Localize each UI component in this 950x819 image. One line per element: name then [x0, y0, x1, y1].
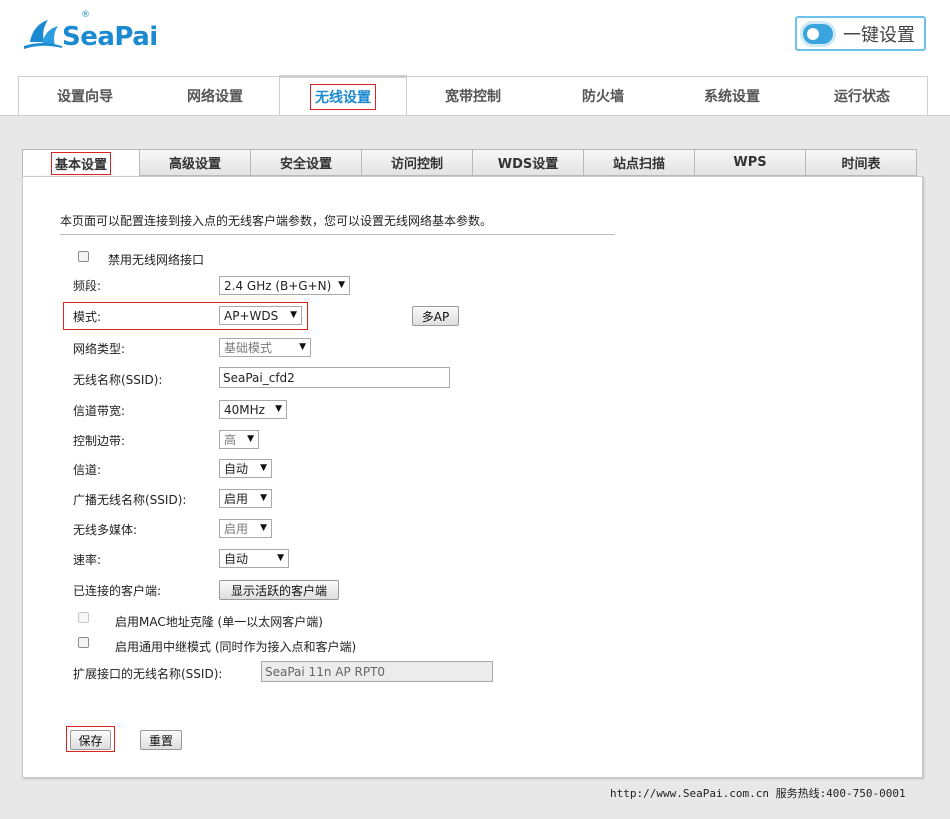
subtab-security-settings[interactable]: 安全设置	[251, 149, 362, 176]
control-sideband-value: 高	[224, 433, 237, 447]
wmm-label: 无线多媒体:	[73, 523, 138, 537]
subtab-wps[interactable]: WPS	[695, 149, 806, 176]
subtab-label: 站点扫描	[612, 157, 665, 172]
nav-tab-label: 防火墙	[582, 89, 624, 105]
control-sideband-select[interactable]: 高 ▼	[219, 430, 259, 449]
seapai-logo-icon	[24, 19, 62, 49]
universal-repeater-checkbox[interactable]	[78, 637, 89, 648]
nav-tab-label: 设置向导	[57, 89, 113, 105]
subtab-advanced-settings[interactable]: 高级设置	[140, 149, 251, 176]
channel-value: 自动	[224, 462, 249, 476]
wmm-select[interactable]: 启用 ▼	[219, 519, 272, 538]
nav-tab-setup-wizard[interactable]: 设置向导	[19, 77, 151, 115]
broadcast-ssid-label: 广播无线名称(SSID):	[73, 493, 187, 507]
subtab-label: 访问控制	[390, 157, 443, 172]
channel-width-select[interactable]: 40MHz ▼	[219, 400, 287, 419]
dropdown-arrow-icon: ▼	[260, 523, 267, 533]
dropdown-arrow-icon: ▼	[260, 493, 267, 503]
header: SeaPai ® 一键设置 设置向导 网络设置 无线设置 宽带控制 防火墙 系统…	[0, 0, 950, 115]
rate-select[interactable]: 自动 ▼	[219, 549, 289, 568]
rate-label: 速率:	[73, 553, 102, 567]
page-description: 本页面可以配置连接到接入点的无线客户端参数，您可以设置无线网络基本参数。	[60, 214, 493, 228]
network-type-label: 网络类型:	[73, 342, 126, 356]
universal-repeater-label: 启用通用中继模式 (同时作为接入点和客户端)	[115, 640, 357, 654]
band-value: 2.4 GHz (B+G+N)	[224, 278, 332, 293]
sub-tabs: 基本设置 高级设置 安全设置 访问控制 WDS设置 站点扫描 WPS 时间表	[22, 149, 917, 177]
dropdown-arrow-icon: ▼	[247, 434, 254, 444]
band-select[interactable]: 2.4 GHz (B+G+N) ▼	[219, 276, 350, 295]
broadcast-ssid-select[interactable]: 启用 ▼	[219, 489, 272, 508]
band-label: 频段:	[73, 279, 102, 293]
broadcast-ssid-value: 启用	[224, 492, 249, 506]
toggle-icon	[803, 23, 833, 44]
subtab-access-control[interactable]: 访问控制	[362, 149, 473, 176]
disable-wireless-checkbox[interactable]	[78, 251, 89, 262]
main-nav: 设置向导 网络设置 无线设置 宽带控制 防火墙 系统设置 运行状态	[18, 75, 928, 115]
seapai-logo[interactable]: SeaPai ®	[22, 10, 158, 55]
nav-tab-label: 运行状态	[834, 89, 890, 105]
subtab-label: WPS	[733, 155, 767, 170]
network-type-value: 基础模式	[224, 341, 273, 355]
subtab-wds-settings[interactable]: WDS设置	[473, 149, 584, 176]
mode-select[interactable]: AP+WDS ▼	[219, 306, 302, 325]
brand-name: SeaPai	[62, 21, 158, 52]
dropdown-arrow-icon: ▼	[277, 553, 284, 563]
one-key-setup-label: 一键设置	[843, 24, 915, 46]
nav-tab-wireless-settings[interactable]: 无线设置	[279, 75, 407, 115]
dropdown-arrow-icon: ▼	[299, 342, 306, 352]
nav-tab-label: 无线设置	[310, 83, 376, 110]
subtab-schedule[interactable]: 时间表	[806, 149, 917, 176]
channel-label: 信道:	[73, 463, 102, 477]
disable-wireless-label: 禁用无线网络接口	[108, 253, 205, 267]
subtab-label: 高级设置	[168, 157, 221, 172]
ssid-input[interactable]: SeaPai_cfd2	[219, 367, 450, 388]
channel-width-value: 40MHz	[224, 402, 265, 417]
subtab-site-survey[interactable]: 站点扫描	[584, 149, 695, 176]
ext-ssid-input[interactable]: SeaPai 11n AP RPT0	[261, 661, 493, 682]
subtab-label: 安全设置	[279, 157, 332, 172]
nav-tab-bandwidth-control[interactable]: 宽带控制	[407, 77, 539, 115]
dropdown-arrow-icon: ▼	[275, 404, 282, 414]
dropdown-arrow-icon: ▼	[260, 463, 267, 473]
save-button[interactable]: 保存	[70, 730, 111, 750]
footer-contact: http://www.SeaPai.com.cn 服务热线:400-750-00…	[610, 787, 906, 800]
show-active-clients-button[interactable]: 显示活跃的客户端	[219, 580, 339, 600]
subtab-label: WDS设置	[497, 157, 559, 172]
nav-tab-network-settings[interactable]: 网络设置	[151, 77, 279, 115]
one-key-setup-button[interactable]: 一键设置	[795, 16, 926, 51]
nav-tab-label: 宽带控制	[445, 89, 501, 105]
network-type-select[interactable]: 基础模式 ▼	[219, 338, 311, 357]
ext-ssid-label: 扩展接口的无线名称(SSID):	[73, 667, 223, 681]
mac-clone-label: 启用MAC地址克隆 (单一以太网客户端)	[115, 615, 323, 629]
rate-value: 自动	[224, 552, 249, 566]
registered-mark: ®	[81, 10, 90, 20]
mode-label: 模式:	[73, 310, 102, 324]
connected-clients-label: 已连接的客户端:	[73, 584, 162, 598]
mac-clone-checkbox[interactable]	[78, 612, 89, 623]
dropdown-arrow-icon: ▼	[290, 310, 297, 320]
reset-button[interactable]: 重置	[140, 730, 182, 750]
nav-tab-firewall[interactable]: 防火墙	[539, 77, 667, 115]
nav-tab-label: 系统设置	[704, 89, 760, 105]
nav-tab-system-settings[interactable]: 系统设置	[667, 77, 797, 115]
subtab-label: 时间表	[841, 157, 881, 172]
multi-ap-button[interactable]: 多AP	[412, 306, 459, 326]
dropdown-arrow-icon: ▼	[338, 280, 345, 290]
subtab-label: 基本设置	[50, 152, 111, 175]
channel-width-label: 信道带宽:	[73, 404, 126, 418]
divider	[60, 234, 615, 235]
control-sideband-label: 控制边带:	[73, 434, 126, 448]
ssid-label: 无线名称(SSID):	[73, 373, 163, 387]
wmm-value: 启用	[224, 522, 249, 536]
nav-tab-run-status[interactable]: 运行状态	[797, 77, 927, 115]
channel-select[interactable]: 自动 ▼	[219, 459, 272, 478]
mode-value: AP+WDS	[224, 308, 279, 323]
subtab-basic-settings[interactable]: 基本设置	[22, 149, 140, 177]
nav-tab-label: 网络设置	[187, 89, 243, 105]
